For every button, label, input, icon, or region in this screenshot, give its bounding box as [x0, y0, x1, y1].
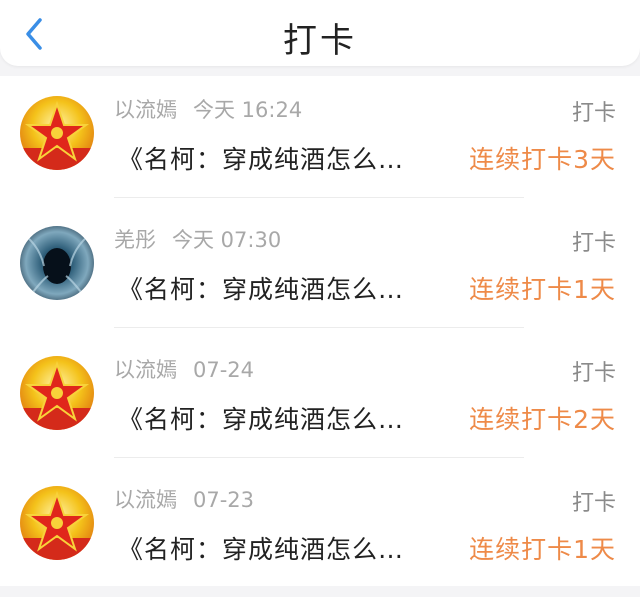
username[interactable]: 以流嫣 — [114, 488, 177, 512]
page-title: 打卡 — [283, 21, 357, 61]
record-type-label: 打卡 — [571, 361, 616, 386]
list-item[interactable]: 以流嫣 07-23 打卡 《名柯：穿成纯酒怎么… 连续打卡1天 — [0, 466, 640, 596]
record-type-label: 打卡 — [571, 101, 616, 126]
streak-label: 连续打卡1天 — [469, 535, 616, 564]
record-type-label: 打卡 — [571, 231, 616, 256]
record-meta: 羌彤 今天 07:30 — [114, 224, 281, 254]
top-bar: 打卡 — [0, 0, 640, 66]
list-item[interactable]: 以流嫣 今天 16:24 打卡 《名柯：穿成纯酒怎么… 连续打卡3天 — [0, 76, 640, 206]
timestamp: 今天 16:24 — [193, 98, 303, 122]
divider — [114, 197, 524, 198]
avatar[interactable] — [20, 96, 94, 170]
timestamp: 07-24 — [193, 358, 255, 382]
timestamp: 07-23 — [193, 488, 255, 512]
list-item[interactable]: 以流嫣 07-24 打卡 《名柯：穿成纯酒怎么… 连续打卡2天 — [0, 336, 640, 466]
avatar[interactable] — [20, 356, 94, 430]
avatar[interactable] — [20, 226, 94, 300]
record-meta: 以流嫣 07-24 — [114, 354, 254, 384]
book-title[interactable]: 《名柯：穿成纯酒怎么… — [118, 140, 404, 176]
record-meta: 以流嫣 今天 16:24 — [114, 94, 302, 124]
username[interactable]: 以流嫣 — [114, 358, 177, 382]
red-star-emblem-icon — [20, 486, 94, 560]
checkin-list: 以流嫣 今天 16:24 打卡 《名柯：穿成纯酒怎么… 连续打卡3天 羌彤 今天 0… — [0, 76, 640, 586]
record-type-label: 打卡 — [571, 491, 616, 516]
streak-label: 连续打卡1天 — [469, 275, 616, 304]
streak-label: 连续打卡2天 — [469, 405, 616, 434]
divider — [114, 327, 524, 328]
record-meta: 以流嫣 07-23 — [114, 484, 254, 514]
streak-label: 连续打卡3天 — [469, 145, 616, 174]
list-item[interactable]: 羌彤 今天 07:30 打卡 《名柯：穿成纯酒怎么… 连续打卡1天 — [0, 206, 640, 336]
red-star-emblem-icon — [20, 96, 94, 170]
book-title[interactable]: 《名柯：穿成纯酒怎么… — [118, 530, 404, 566]
username[interactable]: 以流嫣 — [114, 98, 177, 122]
book-title[interactable]: 《名柯：穿成纯酒怎么… — [118, 400, 404, 436]
avatar[interactable] — [20, 486, 94, 560]
red-star-emblem-icon — [20, 356, 94, 430]
blue-tunnel-photo-icon — [20, 226, 94, 300]
divider — [114, 457, 524, 458]
username[interactable]: 羌彤 — [114, 228, 156, 252]
book-title[interactable]: 《名柯：穿成纯酒怎么… — [118, 270, 404, 306]
timestamp: 今天 07:30 — [172, 228, 282, 252]
